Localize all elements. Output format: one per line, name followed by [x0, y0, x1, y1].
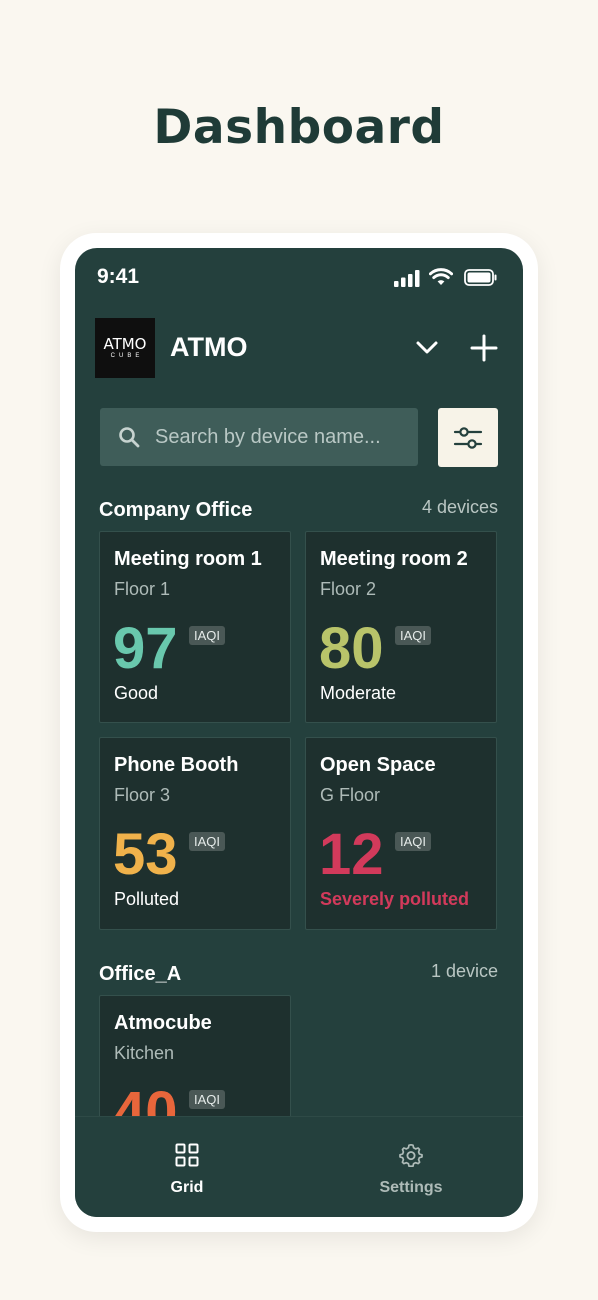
search-box[interactable]	[100, 408, 418, 466]
search-icon	[119, 427, 140, 448]
iaqi-value: 97	[113, 616, 178, 681]
iaqi-value: 53	[113, 822, 178, 887]
wifi-icon	[429, 268, 453, 285]
logo-main-text: ATMO	[103, 334, 147, 353]
air-quality-status: Severely polluted	[320, 889, 470, 909]
sliders-icon	[453, 427, 483, 449]
iaqi-badge: IAQI	[189, 1090, 226, 1109]
nav-label-grid: Grid	[170, 1179, 204, 1196]
device-floor: Kitchen	[114, 1043, 175, 1063]
air-quality-status: Moderate	[320, 683, 397, 703]
device-name: Meeting room 1	[114, 548, 262, 570]
battery-icon	[464, 269, 497, 286]
device-card-meeting-room-1[interactable]: Meeting room 1 Floor 1 97 IAQI Good	[99, 531, 291, 723]
plus-icon[interactable]	[469, 333, 499, 363]
section-title-company-office: Company Office	[99, 499, 253, 521]
iaqi-badge: IAQI	[395, 832, 432, 851]
iaqi-badge: IAQI	[189, 626, 226, 645]
device-name: Atmocube	[114, 1012, 212, 1034]
app-name: ATMO	[170, 332, 248, 362]
nav-item-settings[interactable]: Settings	[299, 1117, 523, 1217]
search-input[interactable]	[155, 408, 410, 466]
bottom-nav: Grid Settings	[75, 1116, 523, 1217]
app-screen: 9:41 ATMO CUBE ATMO Search by device nam…	[75, 248, 523, 1217]
device-floor: G Floor	[320, 785, 381, 805]
device-name: Open Space	[320, 754, 436, 776]
page-title: Dashboard	[153, 100, 445, 155]
air-quality-status: Polluted	[114, 889, 180, 909]
iaqi-badge: IAQI	[189, 832, 226, 851]
nav-label-settings: Settings	[379, 1179, 443, 1196]
iaqi-value: 80	[319, 616, 384, 681]
air-quality-status: Good	[114, 683, 159, 703]
device-floor: Floor 3	[114, 785, 171, 805]
logo-sub-text: CUBE	[110, 352, 144, 359]
device-card-meeting-room-2[interactable]: Meeting room 2 Floor 2 80 IAQI Moderate	[305, 531, 497, 723]
status-time: 9:41	[97, 265, 140, 288]
section-device-count: 1 device	[430, 961, 498, 981]
signal-icon	[394, 270, 420, 287]
atmo-logo: ATMO CUBE	[95, 318, 155, 378]
grid-icon	[175, 1143, 199, 1167]
filter-button[interactable]	[438, 408, 498, 467]
device-floor: Floor 1	[114, 579, 171, 599]
device-name: Phone Booth	[114, 754, 239, 776]
chevron-down-icon[interactable]	[413, 333, 441, 361]
iaqi-badge: IAQI	[395, 626, 432, 645]
device-card-open-space[interactable]: Open Space G Floor 12 IAQI Severely poll…	[305, 737, 497, 930]
section-title-office-a: Office_A	[99, 963, 182, 985]
section-device-count: 4 devices	[421, 497, 498, 517]
iaqi-value: 12	[319, 822, 384, 887]
device-floor: Floor 2	[320, 579, 377, 599]
device-card-phone-booth[interactable]: Phone Booth Floor 3 53 IAQI Polluted	[99, 737, 291, 930]
status-bar: 9:41	[75, 248, 523, 308]
nav-item-grid[interactable]: Grid	[75, 1117, 299, 1217]
device-name: Meeting room 2	[320, 548, 468, 570]
gear-icon	[399, 1143, 423, 1167]
